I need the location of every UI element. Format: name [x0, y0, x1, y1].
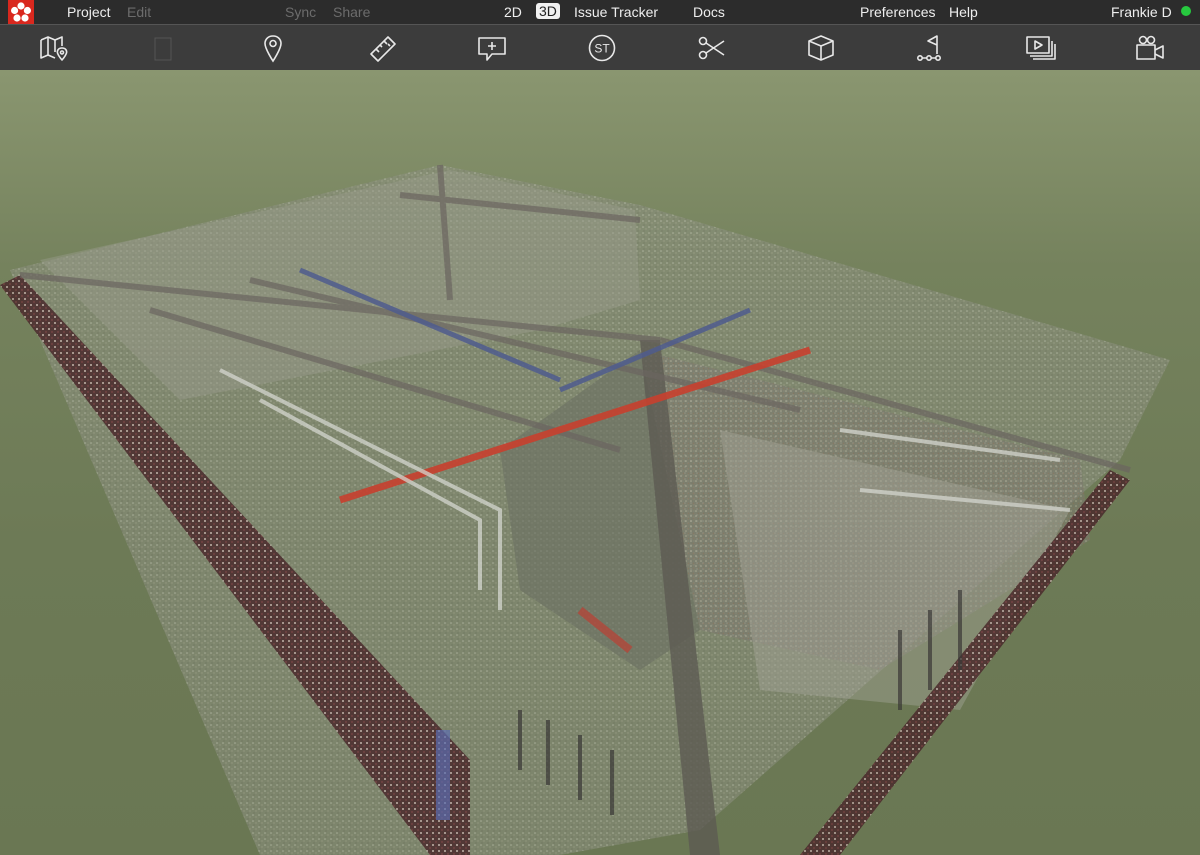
- map-pin-icon: [40, 36, 68, 61]
- clip-tool-button[interactable]: [695, 32, 729, 64]
- scissors-icon: [698, 36, 725, 60]
- location-pin-icon: [264, 35, 282, 63]
- video-tool-button[interactable]: [1133, 32, 1167, 64]
- blank-tool-icon: [154, 37, 172, 61]
- menu-bar: Project Edit Sync Share 2D 3D Issue Trac…: [0, 0, 1200, 24]
- flower-logo-icon: [11, 2, 31, 22]
- path-tool-button[interactable]: [914, 32, 948, 64]
- video-camera-icon: [1136, 35, 1164, 60]
- map-pin-tool-button[interactable]: [37, 32, 71, 64]
- 3d-viewport[interactable]: [0, 70, 1200, 855]
- menu-help[interactable]: Help: [949, 3, 978, 21]
- view-2d-button[interactable]: 2D: [504, 3, 522, 21]
- st-label: ST: [594, 42, 610, 56]
- menu-issue-tracker[interactable]: Issue Tracker: [574, 3, 658, 21]
- menu-sync[interactable]: Sync: [285, 3, 316, 21]
- menu-edit[interactable]: Edit: [127, 3, 151, 21]
- st-badge-icon: ST: [588, 34, 616, 62]
- menu-preferences[interactable]: Preferences: [860, 3, 935, 21]
- tool-bar: ST: [0, 24, 1200, 70]
- view-3d-button[interactable]: 3D: [536, 3, 560, 19]
- box-icon: [808, 35, 834, 61]
- views-tool-button[interactable]: [1023, 32, 1057, 64]
- online-status-indicator: [1181, 6, 1191, 16]
- blank-tool-button[interactable]: [146, 32, 180, 64]
- menu-project[interactable]: Project: [67, 3, 111, 21]
- measure-tool-button[interactable]: [366, 32, 400, 64]
- path-flag-icon: [916, 35, 941, 61]
- location-tool-button[interactable]: [256, 32, 290, 64]
- user-name[interactable]: Frankie D: [1111, 3, 1172, 21]
- add-comment-icon: [478, 37, 506, 61]
- point-cloud-render: [0, 164, 1170, 855]
- layers-icon: [1026, 36, 1056, 60]
- menu-share[interactable]: Share: [333, 3, 370, 21]
- add-comment-tool-button[interactable]: [475, 32, 509, 64]
- menu-docs[interactable]: Docs: [693, 3, 725, 21]
- ruler-icon: [370, 36, 396, 62]
- box-tool-button[interactable]: [804, 32, 838, 64]
- app-logo[interactable]: [8, 0, 34, 24]
- st-tool-button[interactable]: ST: [585, 32, 619, 64]
